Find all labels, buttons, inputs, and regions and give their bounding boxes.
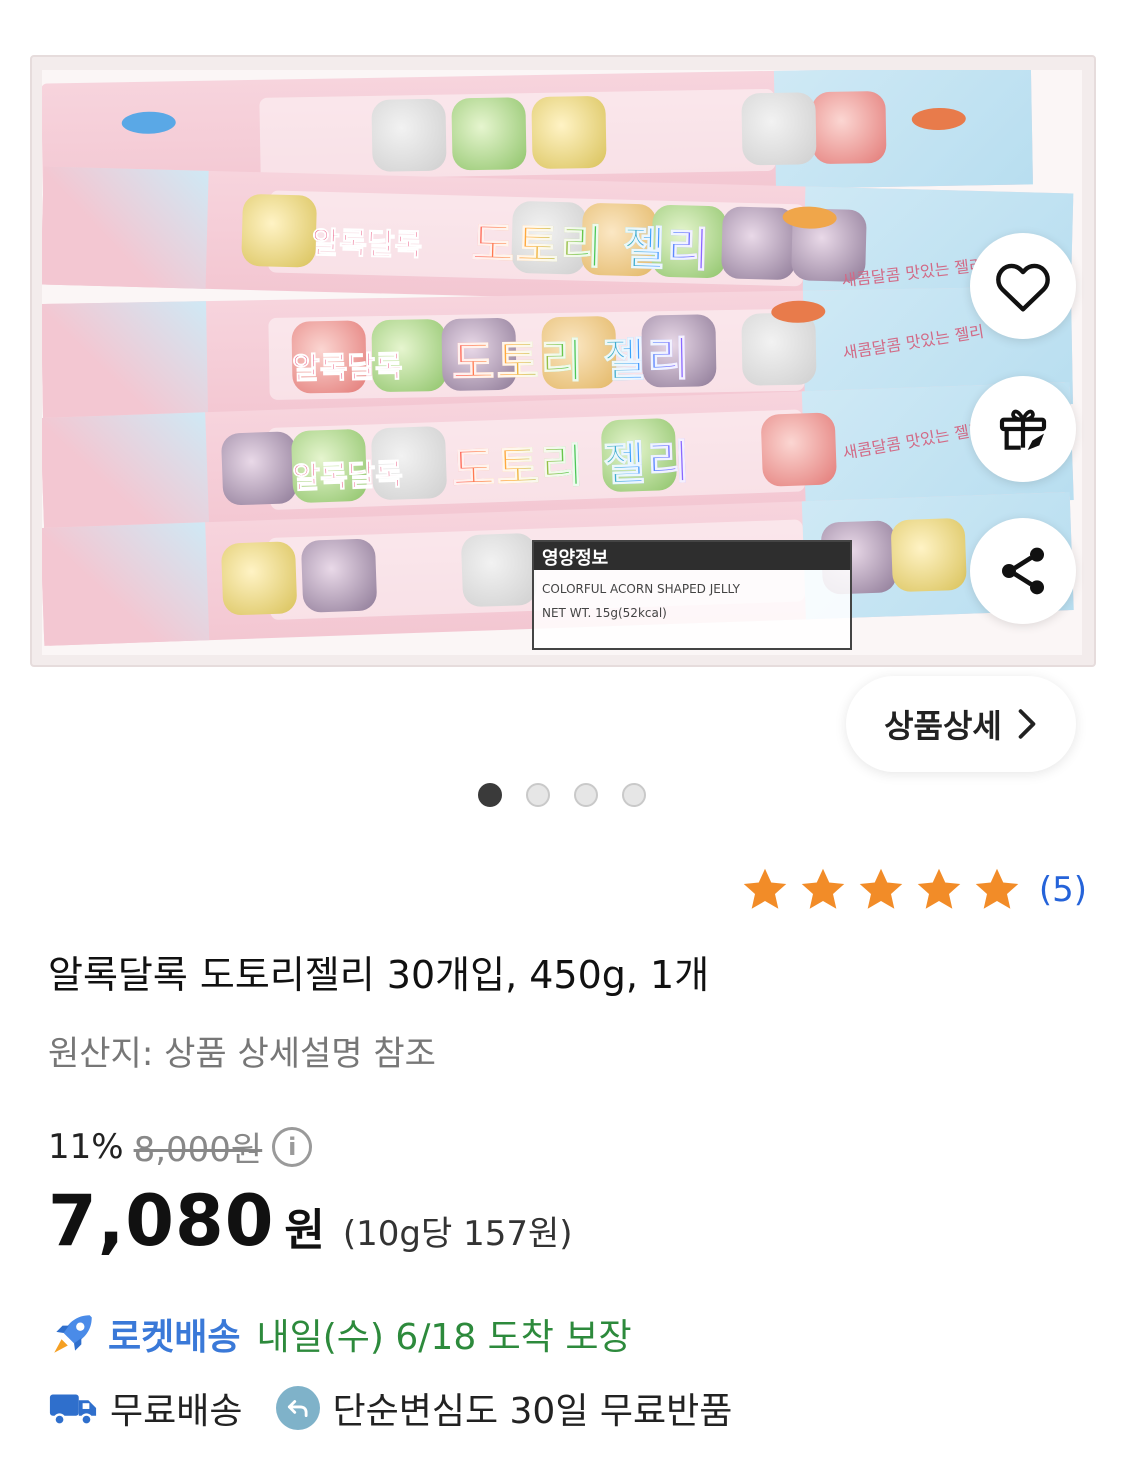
package-english-text: COLORFUL ACORN SHAPED JELLY (542, 582, 740, 596)
free-return-label: 단순변심도 30일 무료반품 (332, 1391, 733, 1432)
product-title: 알록달록 도토리젤리 30개입, 450g, 1개 (48, 953, 710, 997)
free-shipping-label: 무료배송 (110, 1391, 243, 1432)
product-origin: 원산지: 상품 상세설명 참조 (48, 1034, 436, 1074)
rating-summary[interactable]: (5) (739, 865, 1087, 915)
return-icon (276, 1386, 321, 1430)
discount-percent: 11% (48, 1126, 124, 1167)
product-image-carousel[interactable]: 알록달록 도토리 젤리 새콤달콤 맛있는 젤리 알록달록 도토리 젤리 새콤달콤… (0, 0, 1125, 680)
chevron-right-icon (1018, 709, 1036, 739)
sale-price-row: 7,080 원 (10g당 157원) (48, 1180, 573, 1262)
share-button[interactable] (970, 518, 1076, 624)
rocket-delivery-label: 로켓배송 (108, 1317, 241, 1358)
star-icon (801, 868, 845, 909)
carousel-dot[interactable] (526, 783, 550, 807)
product-detail-button[interactable]: 상품상세 (846, 676, 1076, 772)
star-icon (975, 868, 1019, 909)
wishlist-button[interactable] (970, 233, 1076, 339)
truck-icon (49, 1394, 97, 1426)
benefit-row: 무료배송 단순변심도 30일 무료반품 (48, 1382, 732, 1434)
nutrition-label-title: 영양정보 (542, 548, 609, 569)
share-icon (1002, 547, 1044, 595)
carousel-indicator (478, 783, 646, 807)
star-icon (917, 868, 961, 909)
package-net-text: NET WT. 15g(52kcal) (542, 606, 667, 620)
package-name-text: 도토리 젤리 (451, 425, 693, 499)
sale-price: 7,080 (48, 1180, 275, 1262)
rocket-icon (54, 1315, 92, 1353)
gift-icon (999, 409, 1047, 450)
package-brand-text: 알록달록 (311, 225, 423, 264)
discount-row: 11% 8,000원 i (48, 1122, 313, 1171)
carousel-dot[interactable] (622, 783, 646, 807)
package-brand-text: 알록달록 (291, 349, 403, 387)
gift-button[interactable] (970, 376, 1076, 482)
carousel-dot[interactable] (574, 783, 598, 807)
package-name-text: 도토리 젤리 (451, 323, 693, 393)
package-name-text: 도토리 젤리 (471, 208, 713, 280)
original-price: 8,000원 (133, 1130, 263, 1170)
carousel-dot[interactable] (478, 783, 502, 807)
arrival-guarantee: 내일(수) 6/18 도착 보장 (256, 1317, 632, 1358)
nutrition-label: 영양정보 COLORFUL ACORN SHAPED JELLY NET WT.… (532, 540, 852, 650)
package-brand-text: 알록달록 (291, 457, 404, 497)
review-count[interactable]: (5) (1039, 870, 1087, 910)
unit-price: (10g당 157원) (342, 1214, 573, 1254)
rocket-delivery-row[interactable]: 로켓배송 내일(수) 6/18 도착 보장 (48, 1308, 632, 1360)
heart-outline-icon (996, 263, 1050, 312)
star-icon (743, 868, 787, 909)
star-icon (859, 868, 903, 909)
info-icon[interactable]: i (272, 1126, 313, 1167)
product-detail-label: 상품상세 (884, 707, 1002, 745)
currency-label: 원 (284, 1205, 325, 1256)
product-photo: 알록달록 도토리 젤리 새콤달콤 맛있는 젤리 알록달록 도토리 젤리 새콤달콤… (42, 70, 1082, 655)
